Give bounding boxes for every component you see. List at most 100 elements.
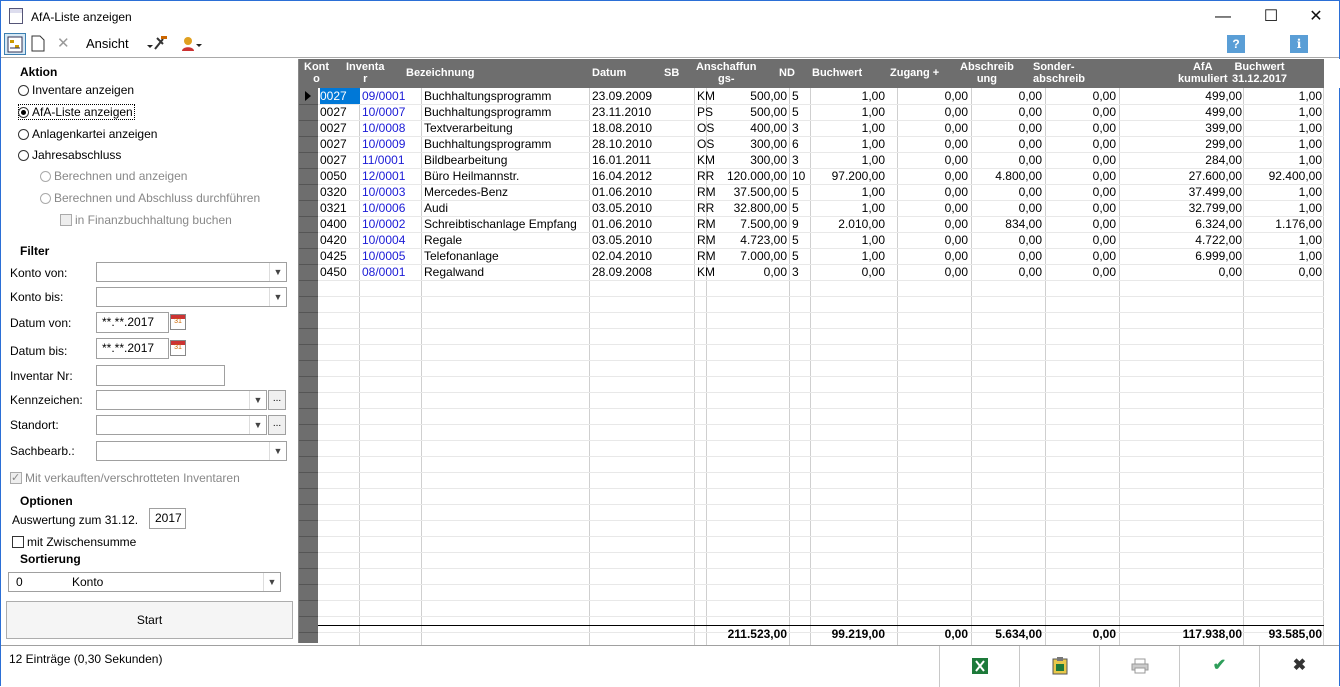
help-icon[interactable]: ?: [1227, 35, 1245, 53]
cell-buchwert-ende: 1,00: [1298, 121, 1322, 135]
column-header-line2: abschreib: [1033, 73, 1085, 85]
auswertung-year-input[interactable]: 2017: [149, 508, 186, 529]
table-body: 0027 09/0001 Buchhaltungsprogramm 23.09.200…: [318, 88, 1324, 655]
column-header-line1: Kont: [304, 61, 330, 73]
user-settings-icon[interactable]: [179, 33, 205, 55]
cell-inventar[interactable]: 10/0002: [362, 216, 422, 232]
row-header-line: [299, 632, 318, 633]
cell-inventar[interactable]: 10/0003: [362, 184, 422, 200]
sachbearb-select[interactable]: ▼: [96, 441, 287, 461]
konto-von-select[interactable]: ▼: [96, 262, 287, 282]
cell-datum: 02.04.2010: [592, 249, 653, 263]
cell-inventar[interactable]: 10/0008: [362, 120, 422, 136]
confirm-checkmark-icon[interactable]: ✔: [1179, 646, 1259, 687]
cell-inventar[interactable]: 10/0009: [362, 136, 422, 152]
cell-inventar[interactable]: 10/0007: [362, 104, 422, 120]
total-abschreibung: 5.634,00: [995, 627, 1042, 641]
column-header-nd[interactable]: ND: [779, 67, 795, 79]
inventar-nr-input[interactable]: [96, 365, 225, 386]
column-header-inventar[interactable]: Inventa r: [346, 61, 385, 85]
column-header-anschaffung[interactable]: Anschaffun gs-: [696, 61, 757, 85]
cell-zugang: 0,00: [944, 153, 968, 167]
radio-afa-liste[interactable]: AfA-Liste anzeigen: [18, 104, 135, 120]
excel-export-button[interactable]: [939, 646, 1019, 687]
cell-inventar[interactable]: 09/0001: [362, 88, 422, 104]
cell-bezeichnung: Büro Heilmannstr.: [424, 169, 520, 183]
column-header-zugang[interactable]: Zugang +: [890, 67, 939, 79]
datum-von-input[interactable]: **.**.2017: [96, 312, 169, 333]
cell-buchwert: 1,00: [861, 249, 885, 263]
column-header-line1: Sonder-: [1033, 61, 1075, 73]
sortierung-select[interactable]: 0 Konto ▼: [8, 572, 281, 592]
column-header-line1: Abschreib: [960, 61, 1014, 73]
cancel-x-icon[interactable]: ✖: [1259, 646, 1339, 687]
cell-inventar[interactable]: 12/0001: [362, 168, 422, 184]
row-headers: [299, 88, 318, 643]
datum-bis-input[interactable]: **.**.2017: [96, 338, 169, 359]
column-header-buchwert-ende[interactable]: Buchwert 31.12.2017: [1232, 61, 1287, 85]
row-header-line: [299, 136, 318, 137]
tools-icon[interactable]: [143, 33, 171, 55]
cell-zugang: 0,00: [944, 169, 968, 183]
view-menu[interactable]: Ansicht: [86, 33, 129, 55]
cell-buchwert-ende: 1,00: [1298, 185, 1322, 199]
checkbox-verkauft[interactable]: Mit verkauften/verschrotteten Inventaren: [10, 470, 240, 486]
list-view-icon[interactable]: [4, 33, 26, 55]
checkbox-fibu[interactable]: in Finanzbuchhaltung buchen: [60, 212, 232, 228]
radio-jahresabschluss[interactable]: Jahresabschluss: [18, 147, 121, 163]
column-header-datum[interactable]: Datum: [592, 67, 626, 79]
window-title: AfA-Liste anzeigen: [31, 10, 132, 24]
radio-berechnen-abschluss[interactable]: Berechnen und Abschluss durchführen: [40, 190, 260, 206]
kennzeichen-select[interactable]: ▼: [96, 390, 267, 410]
calendar-icon[interactable]: 31: [170, 314, 186, 330]
cell-inventar[interactable]: 08/0001: [362, 264, 422, 280]
close-button[interactable]: ✕: [1306, 7, 1326, 27]
column-header-konto[interactable]: Kont o: [304, 61, 329, 85]
row-header-line: [299, 568, 318, 569]
cell-zugang: 0,00: [944, 105, 968, 119]
cell-afa-kumuliert: 37.499,00: [1188, 185, 1242, 199]
radio-inventare[interactable]: Inventare anzeigen: [18, 82, 134, 98]
column-header-sonder[interactable]: Sonder-abschreib: [1033, 61, 1085, 85]
info-icon[interactable]: i: [1290, 35, 1308, 53]
radio-berechnen-anzeigen[interactable]: Berechnen und anzeigen: [40, 168, 187, 184]
chevron-down-icon: ▼: [269, 442, 286, 460]
radio-anlagenkartei[interactable]: Anlagenkartei anzeigen: [18, 126, 157, 142]
filter-heading: Filter: [20, 244, 50, 258]
cell-datum: 16.04.2012: [592, 169, 653, 183]
row-header-line: [299, 168, 318, 169]
cell-datum: 01.06.2010: [592, 217, 653, 231]
grid-row-line: [318, 600, 1324, 601]
new-document-icon[interactable]: [30, 33, 48, 55]
column-header-abschreibung[interactable]: Abschreib ung: [960, 61, 1014, 85]
sort-number: 0: [16, 575, 23, 589]
kennzeichen-browse-button[interactable]: ...: [268, 390, 286, 410]
checkbox-zwischensumme[interactable]: mit Zwischensumme: [12, 534, 136, 550]
cell-inventar[interactable]: 11/0001: [362, 152, 422, 168]
calendar-icon[interactable]: 31: [170, 340, 186, 356]
grid-row-line: [318, 424, 1324, 425]
column-header-afa-kumuliert[interactable]: AfA kumuliert: [1178, 61, 1228, 85]
grid-row-line: [318, 456, 1324, 457]
standort-select[interactable]: ▼: [96, 415, 267, 435]
cell-datum: 18.08.2010: [592, 121, 653, 135]
cell-inventar[interactable]: 10/0004: [362, 232, 422, 248]
cell-sonder: 0,00: [1092, 185, 1116, 199]
cell-afa-kumuliert: 0,00: [1218, 265, 1242, 279]
cell-konto: 0320: [320, 185, 347, 199]
cell-datum: 28.10.2010: [592, 137, 653, 151]
konto-bis-select[interactable]: ▼: [96, 287, 287, 307]
cell-inventar[interactable]: 10/0006: [362, 200, 422, 216]
delete-icon[interactable]: ✕: [57, 33, 75, 55]
print-icon[interactable]: [1099, 646, 1179, 687]
column-header-buchwert[interactable]: Buchwert: [812, 67, 862, 79]
column-header-bezeichnung[interactable]: Bezeichnung: [406, 67, 474, 79]
maximize-button[interactable]: ☐: [1261, 7, 1281, 27]
total-buchwert: 99.219,00: [831, 627, 885, 641]
cell-inventar[interactable]: 10/0005: [362, 248, 422, 264]
standort-browse-button[interactable]: ...: [268, 415, 286, 435]
column-header-sb[interactable]: SB: [664, 67, 679, 79]
clipboard-icon[interactable]: [1019, 646, 1099, 687]
start-button[interactable]: Start: [6, 601, 293, 639]
minimize-button[interactable]: —: [1213, 7, 1233, 27]
